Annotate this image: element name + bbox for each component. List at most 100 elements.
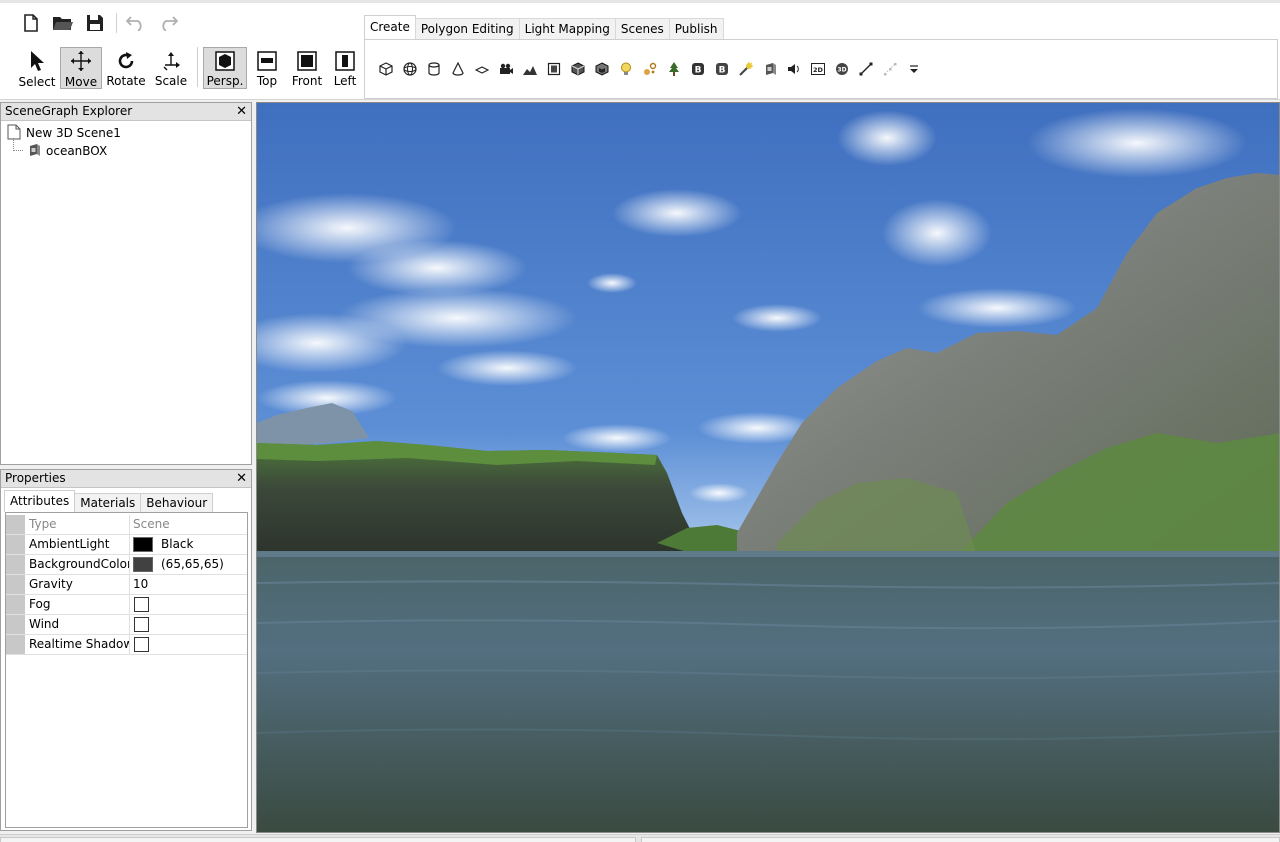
button-b-icon[interactable]: B <box>689 60 707 78</box>
tab-create[interactable]: Create <box>364 15 416 39</box>
top-view-icon <box>255 50 279 71</box>
property-name: Wind <box>25 615 130 634</box>
tree-icon[interactable] <box>665 60 683 78</box>
toolbar-separator <box>116 13 117 33</box>
mesh-icon[interactable] <box>569 60 587 78</box>
tab-polygon-editing[interactable]: Polygon Editing <box>414 18 520 39</box>
create-toolbar: B B 2D 3D <box>364 39 1278 99</box>
path-points-icon[interactable] <box>881 60 899 78</box>
property-name: Fog <box>25 595 130 614</box>
property-row-realtime-shadows[interactable]: Realtime Shadows <box>6 635 247 655</box>
move-tool-button[interactable]: Move <box>60 47 102 89</box>
redo-icon[interactable] <box>157 12 179 34</box>
cube-icon[interactable] <box>377 60 395 78</box>
tab-behaviour[interactable]: Behaviour <box>140 493 214 512</box>
property-name: AmbientLight <box>25 535 130 554</box>
close-icon[interactable]: ✕ <box>236 103 247 120</box>
property-value[interactable]: 10 <box>130 575 247 594</box>
light-bulb-icon[interactable] <box>617 60 635 78</box>
rotate-icon <box>114 50 138 71</box>
svg-text:B: B <box>695 66 702 76</box>
property-row-backgroundcolor[interactable]: BackgroundColor (65,65,65) <box>6 555 247 575</box>
tab-materials[interactable]: Materials <box>74 493 142 512</box>
new-file-icon[interactable] <box>20 12 42 34</box>
tab-publish[interactable]: Publish <box>668 18 724 39</box>
properties-panel: Properties ✕ Attributes Materials Behavi… <box>0 469 252 831</box>
property-row-ambientlight[interactable]: AmbientLight Black <box>6 535 247 555</box>
cone-icon[interactable] <box>449 60 467 78</box>
move-tool-label: Move <box>64 75 98 89</box>
realtime-shadows-checkbox[interactable] <box>134 637 149 652</box>
tab-attributes[interactable]: Attributes <box>4 490 76 512</box>
properties-tabs: Attributes Materials Behaviour <box>1 490 251 512</box>
properties-panel-title: Properties <box>5 471 66 485</box>
front-view-button[interactable]: Front <box>287 47 327 89</box>
path-icon[interactable] <box>857 60 875 78</box>
property-row-fog[interactable]: Fog <box>6 595 247 615</box>
sphere-icon[interactable] <box>401 60 419 78</box>
scenegraph-panel: SceneGraph Explorer ✕ New 3D Scene1 ocea… <box>0 102 252 465</box>
sound-icon[interactable] <box>785 60 803 78</box>
ribbon-tabs: Create Polygon Editing Light Mapping Sce… <box>364 15 1278 39</box>
scene-render <box>257 103 1279 832</box>
scenegraph-panel-header: SceneGraph Explorer ✕ <box>1 103 251 121</box>
tree-item-oceanbox[interactable]: oceanBOX <box>7 138 251 160</box>
front-view-label: Front <box>291 74 323 88</box>
object-box-icon <box>27 143 41 160</box>
color-swatch[interactable] <box>133 557 153 572</box>
tab-scenes[interactable]: Scenes <box>614 18 670 39</box>
button-b2-icon[interactable]: B <box>713 60 731 78</box>
left-view-button[interactable]: Left <box>327 47 363 89</box>
move-arrows-icon <box>69 50 93 72</box>
top-view-label: Top <box>256 74 278 88</box>
svg-text:3D: 3D <box>837 67 846 74</box>
color-swatch[interactable] <box>133 537 153 552</box>
undo-icon[interactable] <box>125 12 147 34</box>
skybox-icon[interactable] <box>761 60 779 78</box>
open-folder-icon[interactable] <box>52 12 74 34</box>
svg-text:2D: 2D <box>813 66 824 74</box>
cylinder-icon[interactable] <box>425 60 443 78</box>
top-view-button[interactable]: Top <box>247 47 287 89</box>
close-icon[interactable]: ✕ <box>236 470 247 487</box>
mesh-group-icon[interactable] <box>593 60 611 78</box>
fog-checkbox[interactable] <box>134 597 149 612</box>
property-value: Black <box>161 537 194 551</box>
rotate-tool-button[interactable]: Rotate <box>102 47 150 89</box>
rotate-tool-label: Rotate <box>106 74 146 88</box>
scale-tool-button[interactable]: Scale <box>150 47 192 89</box>
terrain-icon[interactable] <box>521 60 539 78</box>
sun-icon[interactable] <box>737 60 755 78</box>
main-toolbar: Select Move Rotate Scale Persp. Top Fron… <box>0 0 1280 100</box>
camera-icon[interactable] <box>497 60 515 78</box>
more-dropdown-icon[interactable] <box>905 60 923 78</box>
tree-item-root[interactable]: New 3D Scene1 <box>7 124 251 142</box>
perspective-view-icon <box>213 50 237 71</box>
select-tool-button[interactable]: Select <box>14 47 60 89</box>
property-name: Realtime Shadows <box>25 635 130 654</box>
perspective-view-button[interactable]: Persp. <box>203 47 247 89</box>
billboard-icon[interactable] <box>545 60 563 78</box>
tree-connector <box>13 138 23 151</box>
status-bar <box>0 834 1280 842</box>
2d-overlay-icon[interactable]: 2D <box>809 60 827 78</box>
tree-item-label: New 3D Scene1 <box>26 126 121 140</box>
particle-icon[interactable] <box>641 60 659 78</box>
properties-panel-header: Properties ✕ <box>1 470 251 488</box>
select-tool-label: Select <box>18 75 56 89</box>
property-row-gravity[interactable]: Gravity 10 <box>6 575 247 595</box>
wind-checkbox[interactable] <box>134 617 149 632</box>
3d-overlay-icon[interactable]: 3D <box>833 60 851 78</box>
property-name: BackgroundColor <box>25 555 130 574</box>
quick-access-bar <box>20 12 189 34</box>
tab-light-mapping[interactable]: Light Mapping <box>518 18 616 39</box>
3d-viewport[interactable] <box>256 102 1280 833</box>
property-name: Type <box>25 515 130 534</box>
plane-icon[interactable] <box>473 60 491 78</box>
property-value: Scene <box>133 517 170 531</box>
left-view-icon <box>333 50 357 71</box>
scale-icon <box>159 50 183 71</box>
save-icon[interactable] <box>84 12 106 34</box>
property-row-wind[interactable]: Wind <box>6 615 247 635</box>
tools-separator <box>197 47 198 87</box>
